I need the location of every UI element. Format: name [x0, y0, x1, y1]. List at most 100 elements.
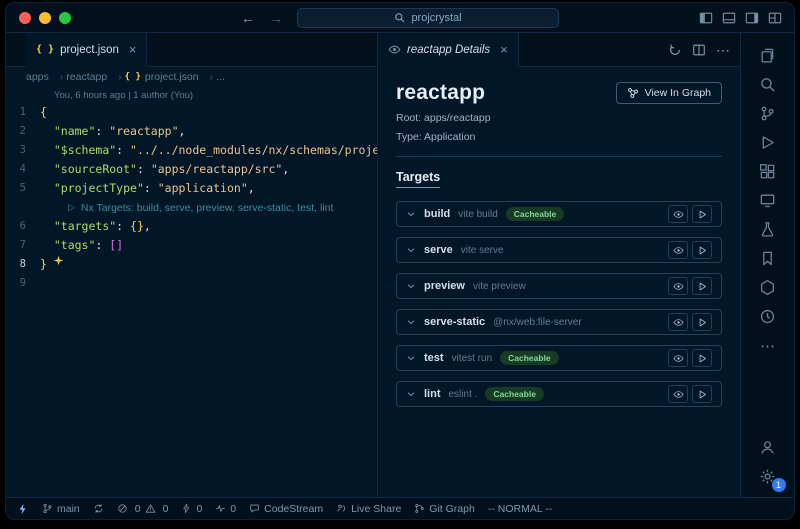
- target-row[interactable]: serve vite serve: [396, 237, 722, 263]
- code-line[interactable]: 9: [6, 274, 377, 293]
- toggle-primary-sidebar-icon[interactable]: [699, 11, 713, 25]
- run-target-button[interactable]: [692, 385, 712, 403]
- run-target-button[interactable]: [692, 205, 712, 223]
- remote-indicator[interactable]: [17, 503, 29, 515]
- view-target-button[interactable]: [668, 349, 688, 367]
- account-icon[interactable]: [745, 433, 791, 462]
- source-control-icon[interactable]: [745, 99, 791, 128]
- toggle-panel-icon[interactable]: [722, 11, 736, 25]
- code-line[interactable]: 8}: [6, 255, 377, 274]
- close-tab-icon[interactable]: ×: [500, 42, 508, 57]
- target-row[interactable]: test vitest run Cacheable: [396, 345, 722, 371]
- view-target-button[interactable]: [668, 277, 688, 295]
- remote-explorer-icon[interactable]: [745, 186, 791, 215]
- nx-console-icon[interactable]: [745, 273, 791, 302]
- eye-icon: [673, 317, 684, 328]
- code-editor[interactable]: You, 6 hours ago | 1 author (You)1{2 "na…: [6, 87, 377, 497]
- search-icon[interactable]: [745, 70, 791, 99]
- tab-project-json[interactable]: { } project.json ×: [26, 33, 147, 66]
- line-number[interactable]: 5: [6, 179, 40, 198]
- line-number[interactable]: 6: [6, 217, 40, 236]
- pulse-counter[interactable]: 0: [215, 503, 236, 515]
- line-number[interactable]: 2: [6, 122, 40, 141]
- tabbar-right: reactapp Details × ⋯: [378, 33, 740, 67]
- code-line[interactable]: 4 "sourceRoot": "apps/reactapp/src",: [6, 160, 377, 179]
- zoom-window-button[interactable]: [59, 12, 71, 24]
- breadcrumb-item-apps[interactable]: apps: [26, 71, 66, 83]
- testing-flask-icon[interactable]: [745, 215, 791, 244]
- explorer-icon[interactable]: [745, 41, 791, 70]
- live-share-item[interactable]: Live Share: [336, 503, 401, 515]
- view-in-graph-button[interactable]: View In Graph: [616, 82, 722, 104]
- code-line[interactable]: 3 "$schema": "../../node_modules/nx/sche…: [6, 141, 377, 160]
- close-window-button[interactable]: [19, 12, 31, 24]
- target-row[interactable]: lint eslint . Cacheable: [396, 381, 722, 407]
- play-icon: [697, 389, 708, 400]
- code-line[interactable]: 6 "targets": {},: [6, 217, 377, 236]
- more-actions-icon[interactable]: ⋯: [716, 43, 730, 57]
- view-target-button[interactable]: [668, 205, 688, 223]
- target-command: vite preview: [473, 281, 526, 292]
- line-number[interactable]: 8: [6, 255, 40, 274]
- target-row[interactable]: serve-static @nx/web:file-server: [396, 309, 722, 335]
- split-editor-icon[interactable]: [692, 43, 706, 57]
- line-number[interactable]: 1: [6, 103, 40, 122]
- navigate-forward-button[interactable]: →: [269, 11, 283, 25]
- close-tab-icon[interactable]: ×: [129, 42, 137, 57]
- nx-targets-hint[interactable]: ▷Nx Targets: build, serve, preview, serv…: [6, 198, 377, 217]
- breadcrumb-item-project-json[interactable]: { }project.json: [125, 71, 216, 83]
- settings-gear-icon[interactable]: 1: [745, 462, 791, 491]
- git-branch-indicator[interactable]: main: [42, 503, 80, 515]
- breadcrumb-item-reactapp[interactable]: reactapp: [66, 71, 124, 83]
- view-target-button[interactable]: [668, 385, 688, 403]
- chevron-down-icon[interactable]: [406, 317, 416, 327]
- tab-label: reactapp Details: [407, 44, 490, 56]
- codestream-item[interactable]: CodeStream: [249, 503, 323, 515]
- git-graph-item[interactable]: Git Graph: [414, 503, 475, 515]
- toggle-secondary-sidebar-icon[interactable]: [745, 11, 759, 25]
- code-line[interactable]: 7 "tags": []: [6, 236, 377, 255]
- run-target-button[interactable]: [692, 313, 712, 331]
- customize-layout-icon[interactable]: [768, 11, 782, 25]
- target-name: build: [424, 208, 450, 220]
- extensions-icon[interactable]: [745, 157, 791, 186]
- chevron-down-icon[interactable]: [406, 245, 416, 255]
- copilot-sparkle-icon[interactable]: [53, 255, 64, 274]
- minimize-window-button[interactable]: [39, 12, 51, 24]
- code-line[interactable]: 1{: [6, 103, 377, 122]
- breadcrumb-item-more[interactable]: ...: [216, 71, 225, 83]
- chevron-down-icon[interactable]: [406, 209, 416, 219]
- line-number[interactable]: 9: [6, 274, 40, 293]
- code-token: ,: [282, 162, 289, 176]
- refresh-icon[interactable]: [668, 43, 682, 57]
- chevron-down-icon[interactable]: [406, 389, 416, 399]
- timeline-icon[interactable]: [745, 302, 791, 331]
- chevron-down-icon[interactable]: [406, 353, 416, 363]
- run-target-button[interactable]: [692, 241, 712, 259]
- codelens[interactable]: You, 6 hours ago | 1 author (You): [6, 88, 377, 103]
- tab-reactapp-details[interactable]: reactapp Details ×: [378, 33, 519, 66]
- git-graph-icon: [414, 503, 425, 514]
- target-name: test: [424, 352, 444, 364]
- view-target-button[interactable]: [668, 313, 688, 331]
- view-target-button[interactable]: [668, 241, 688, 259]
- sync-changes-button[interactable]: [93, 503, 104, 514]
- vim-mode-indicator[interactable]: -- NORMAL --: [488, 503, 552, 515]
- run-target-button[interactable]: [692, 349, 712, 367]
- line-number[interactable]: 3: [6, 141, 40, 160]
- line-number[interactable]: 4: [6, 160, 40, 179]
- zap-counter[interactable]: 0: [181, 503, 202, 515]
- navigate-back-button[interactable]: ←: [241, 11, 255, 25]
- line-number[interactable]: 7: [6, 236, 40, 255]
- code-line[interactable]: 5 "projectType": "application",: [6, 179, 377, 198]
- run-debug-icon[interactable]: [745, 128, 791, 157]
- bookmarks-icon[interactable]: [745, 244, 791, 273]
- target-row[interactable]: preview vite preview: [396, 273, 722, 299]
- chevron-down-icon[interactable]: [406, 281, 416, 291]
- problems-indicator[interactable]: 0 0: [117, 503, 169, 515]
- run-target-button[interactable]: [692, 277, 712, 295]
- target-row[interactable]: build vite build Cacheable: [396, 201, 722, 227]
- more-views-icon[interactable]: ⋯: [745, 331, 791, 360]
- code-line[interactable]: 2 "name": "reactapp",: [6, 122, 377, 141]
- command-center-search[interactable]: projcrystal: [297, 8, 559, 28]
